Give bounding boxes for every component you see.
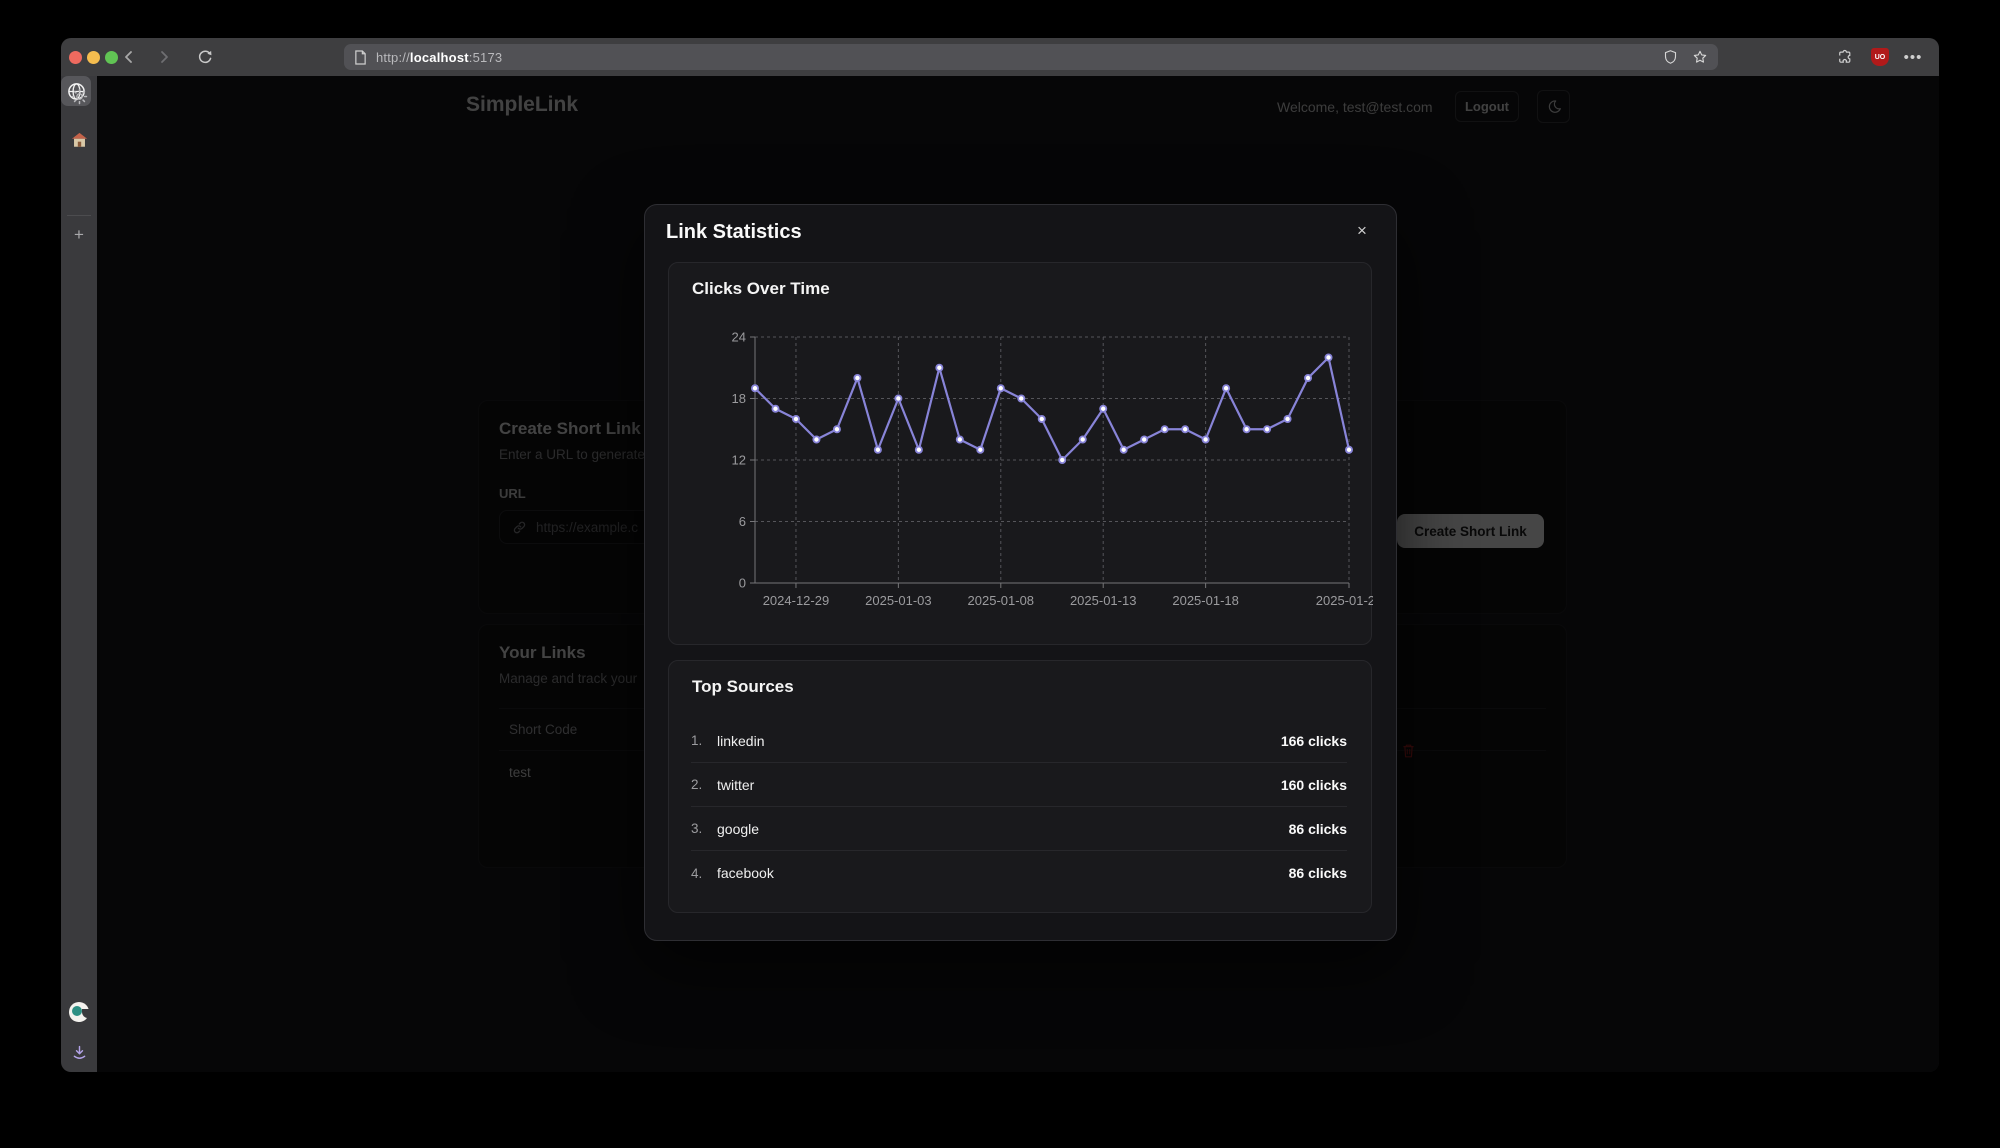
puzzle-icon: [1836, 48, 1854, 66]
settings-tab-button[interactable]: [61, 84, 97, 108]
pin-logo-icon[interactable]: [69, 1002, 89, 1022]
source-name: twitter: [717, 777, 754, 793]
download-icon: [71, 1044, 88, 1061]
source-clicks: 86 clicks: [1289, 865, 1347, 881]
web-page: SimpleLink Welcome, test@test.com Logout…: [97, 76, 1939, 1072]
svg-text:6: 6: [739, 514, 746, 529]
source-row: 1.linkedin 166 clicks: [691, 719, 1347, 763]
source-row: 3.google 86 clicks: [691, 807, 1347, 851]
top-sources-title: Top Sources: [692, 677, 794, 697]
browser-chrome: http://localhost:5173 UO: [61, 38, 1939, 76]
svg-text:18: 18: [732, 391, 746, 406]
svg-text:2025-01-08: 2025-01-08: [968, 593, 1035, 608]
reload-button[interactable]: [193, 45, 217, 69]
svg-text:2025-01-13: 2025-01-13: [1070, 593, 1137, 608]
browser-window: http://localhost:5173 UO: [61, 38, 1939, 1072]
extensions-button[interactable]: [1833, 45, 1857, 69]
svg-text:24: 24: [732, 330, 746, 345]
svg-text:0: 0: [739, 576, 746, 591]
plus-icon: +: [74, 225, 84, 245]
url-bar[interactable]: http://localhost:5173: [344, 44, 1718, 70]
svg-text:2025-01-25: 2025-01-25: [1316, 593, 1373, 608]
back-button[interactable]: [117, 45, 141, 69]
source-name: facebook: [717, 865, 774, 881]
downloads-button[interactable]: [67, 1040, 91, 1064]
back-icon: [121, 49, 137, 65]
shield-icon[interactable]: [1663, 49, 1678, 65]
clicks-line-chart: 0 6 12 18 24 2024-12-29 2025-01-03 2025-01-08 20…: [669, 307, 1373, 637]
source-row: 2.twitter 160 clicks: [691, 763, 1347, 807]
source-name: linkedin: [717, 733, 764, 749]
modal-title: Link Statistics: [666, 221, 802, 244]
tab-home-favicon[interactable]: [61, 128, 97, 152]
home-icon: [71, 132, 88, 148]
new-tab-button[interactable]: +: [61, 223, 97, 247]
source-clicks: 166 clicks: [1281, 733, 1347, 749]
top-sources-list: 1.linkedin 166 clicks 2.twitter 160 clicks 3…: [691, 719, 1347, 895]
star-icon[interactable]: [1692, 49, 1708, 65]
source-rank: 2.: [691, 777, 717, 792]
source-rank: 1.: [691, 733, 717, 748]
menu-dots-icon: •••: [1904, 49, 1923, 66]
sidebar-divider: [67, 215, 91, 216]
forward-icon: [156, 49, 172, 65]
document-icon: [354, 50, 367, 65]
svg-text:2024-12-29: 2024-12-29: [763, 593, 830, 608]
traffic-close-button[interactable]: [69, 51, 82, 64]
top-sources-card: Top Sources 1.linkedin 166 clicks 2.twitte…: [668, 660, 1372, 913]
tab-sidebar: +: [61, 76, 97, 1072]
reload-icon: [196, 48, 214, 66]
screen: http://localhost:5173 UO: [0, 0, 2000, 1148]
chart-title: Clicks Over Time: [692, 279, 830, 299]
gear-icon: [71, 88, 88, 105]
source-clicks: 160 clicks: [1281, 777, 1347, 793]
modal-close-button[interactable]: ×: [1348, 217, 1376, 245]
url-text: http://localhost:5173: [376, 50, 502, 65]
close-icon: ×: [1357, 221, 1367, 241]
svg-text:2025-01-18: 2025-01-18: [1172, 593, 1239, 608]
svg-text:12: 12: [732, 453, 746, 468]
source-rank: 3.: [691, 821, 717, 836]
source-rank: 4.: [691, 866, 717, 881]
browser-menu-button[interactable]: •••: [1901, 45, 1925, 69]
traffic-minimize-button[interactable]: [87, 51, 100, 64]
svg-text:2025-01-03: 2025-01-03: [865, 593, 932, 608]
ublock-shield-icon: UO: [1871, 48, 1889, 66]
link-statistics-modal: Link Statistics × Clicks Over Time 0 6 12 1…: [644, 204, 1397, 941]
source-name: google: [717, 821, 759, 837]
source-clicks: 86 clicks: [1289, 821, 1347, 837]
clicks-over-time-card: Clicks Over Time 0 6 12 18 24 2024-12-29 2025-…: [668, 262, 1372, 645]
ublock-extension-button[interactable]: UO: [1868, 45, 1892, 69]
source-row: 4.facebook 86 clicks: [691, 851, 1347, 895]
forward-button[interactable]: [152, 45, 176, 69]
